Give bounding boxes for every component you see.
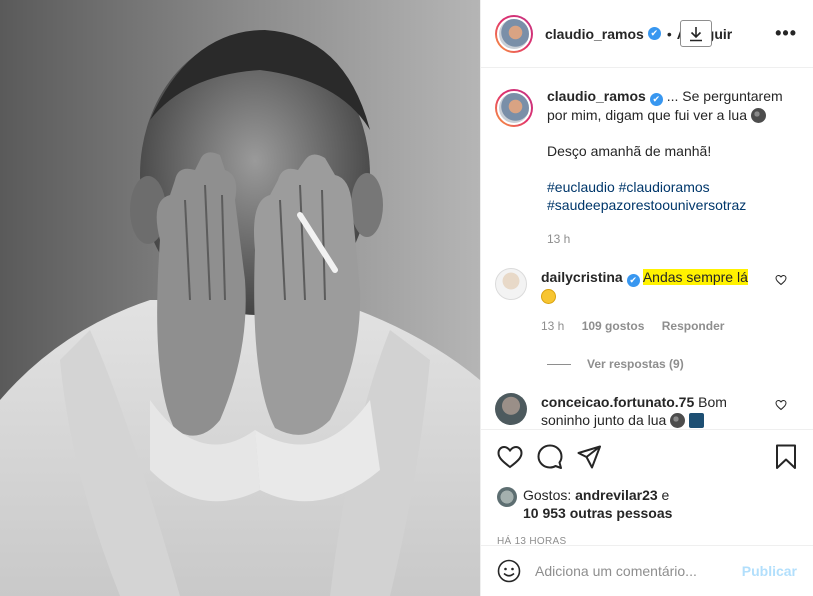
- moon-emoji: [670, 413, 686, 428]
- likes-others[interactable]: 10 953 outras pessoas: [523, 505, 672, 521]
- post-details-panel: claudio_ramos ✔ • A seguir ••• claudio_r…: [480, 0, 813, 596]
- comment-avatar[interactable]: [495, 268, 527, 300]
- caption-avatar[interactable]: [495, 89, 533, 127]
- header-separator: •: [666, 25, 672, 42]
- download-button[interactable]: [680, 20, 712, 47]
- caption: claudio_ramos ✔ ... Se perguntarem por mi…: [495, 87, 797, 248]
- comment-likes[interactable]: 109 gostos: [582, 319, 645, 333]
- comment-like-heart-icon[interactable]: [775, 399, 787, 411]
- comment-icon[interactable]: [537, 444, 563, 470]
- add-comment-bar: Adiciona um comentário... Publicar: [481, 545, 813, 596]
- view-replies-button[interactable]: Ver respostas (9): [547, 357, 797, 371]
- grin-emoji: [541, 289, 556, 304]
- more-options-button[interactable]: •••: [775, 23, 797, 44]
- liker-username[interactable]: andrevilar23: [575, 487, 658, 503]
- stars-emoji: [689, 413, 705, 428]
- comments-list[interactable]: claudio_ramos ✔ ... Se perguntarem por mi…: [481, 69, 813, 429]
- caption-text-line2: Desço amanhã de manhã!: [547, 143, 712, 159]
- author-username[interactable]: claudio_ramos: [545, 26, 644, 42]
- verified-badge-icon: ✔: [649, 93, 663, 106]
- verified-badge-icon: ✔: [647, 27, 661, 40]
- comment-time: 13 h: [541, 319, 565, 333]
- comment-like-heart-icon[interactable]: [775, 274, 787, 286]
- bookmark-icon[interactable]: [775, 444, 797, 470]
- likes-summary: Gostos: andrevilar23 e 10 953 outras pes…: [497, 486, 797, 522]
- share-icon[interactable]: [577, 445, 601, 469]
- liker-avatar[interactable]: [497, 487, 517, 507]
- post-photo[interactable]: [0, 0, 480, 596]
- comment-avatar[interactable]: [495, 393, 527, 425]
- likes-conj: e: [661, 487, 670, 503]
- author-avatar[interactable]: [495, 14, 533, 53]
- caption-time: 13 h: [547, 232, 571, 246]
- smiley-icon[interactable]: [497, 559, 521, 583]
- comment-item: conceicao.fortunato.75 Bom soninho junto…: [495, 393, 797, 429]
- photo-illustration: [0, 0, 480, 596]
- comment-username[interactable]: dailycristina: [541, 269, 623, 285]
- reply-button[interactable]: Responder: [662, 319, 725, 333]
- verified-badge-icon: ✔: [626, 274, 640, 287]
- comment-item: dailycristina ✔ Andas sempre lá 13 h 109 …: [495, 268, 797, 335]
- download-icon: [690, 26, 702, 41]
- moon-emoji: [750, 108, 766, 123]
- comment-username[interactable]: conceicao.fortunato.75: [541, 394, 694, 410]
- caption-hashtags[interactable]: #euclaudio #claudioramos #saudeepazorest…: [547, 178, 797, 214]
- comment-text: Andas sempre lá: [642, 269, 748, 285]
- post-header: claudio_ramos ✔ • A seguir •••: [481, 0, 813, 68]
- likes-prefix: Gostos:: [523, 487, 572, 503]
- publish-button[interactable]: Publicar: [742, 563, 797, 579]
- like-heart-icon[interactable]: [497, 445, 523, 469]
- post-actions: Gostos: andrevilar23 e 10 953 outras pes…: [481, 429, 813, 547]
- comment-input[interactable]: Adiciona um comentário...: [535, 563, 742, 579]
- caption-username[interactable]: claudio_ramos: [547, 88, 646, 104]
